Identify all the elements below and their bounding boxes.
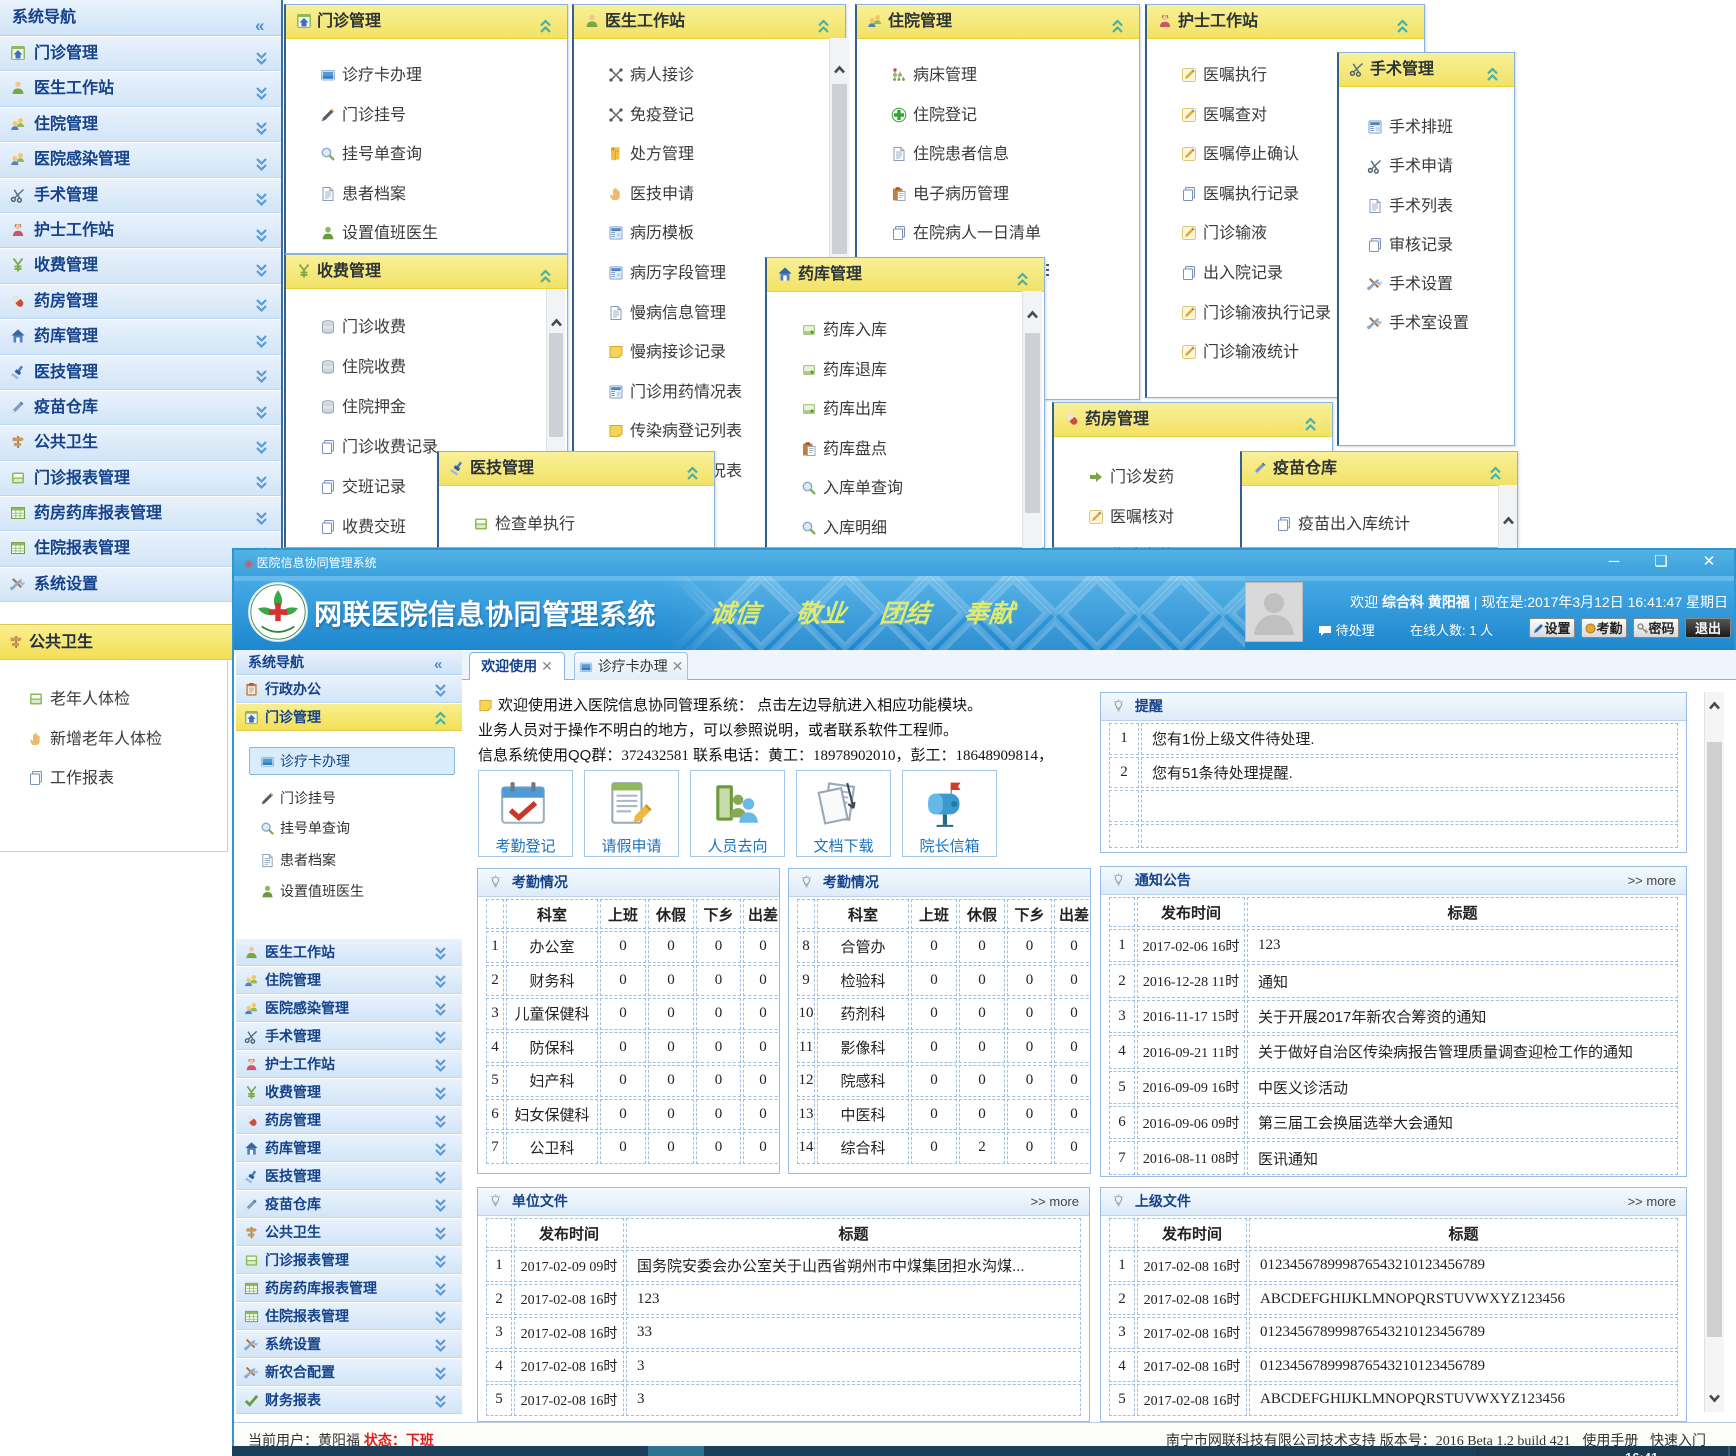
svg-text:诚信: 诚信 bbox=[709, 600, 766, 628]
svg-text:团结: 团结 bbox=[879, 600, 936, 628]
svg-text:奉献: 奉献 bbox=[963, 600, 1019, 628]
svg-text:敬业: 敬业 bbox=[795, 600, 851, 628]
